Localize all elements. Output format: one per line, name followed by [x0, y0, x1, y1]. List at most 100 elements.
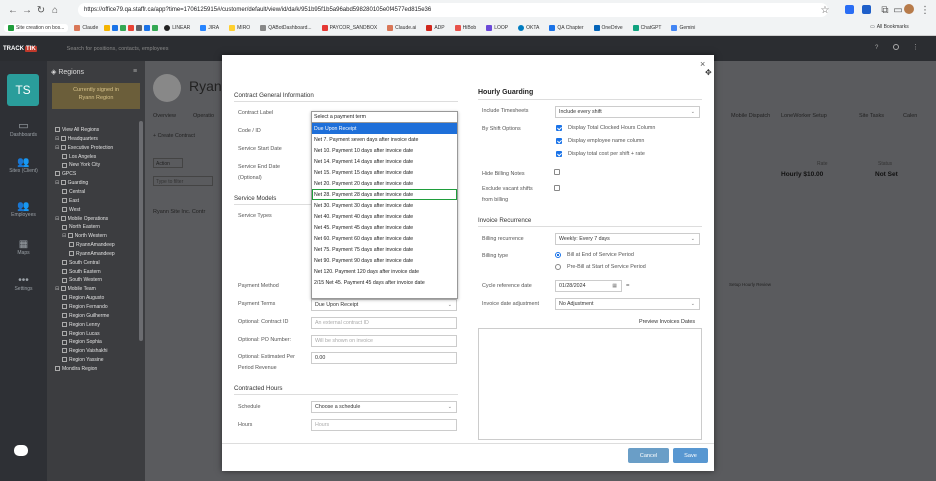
- forward-icon[interactable]: →: [20, 3, 34, 17]
- bookmark-qabot[interactable]: QABotDashboard...: [256, 24, 315, 31]
- hours-input[interactable]: Hours: [311, 419, 457, 431]
- checkbox-icon[interactable]: [62, 357, 67, 363]
- checkbox-icon[interactable]: [62, 259, 67, 265]
- region-tree-item[interactable]: ⊟ Mobile Team: [55, 286, 96, 292]
- region-tree-item[interactable]: West: [62, 207, 80, 213]
- opt-total-hours[interactable]: Display Total Clocked Hours Column: [556, 125, 655, 131]
- payment-terms-dropdown[interactable]: Select a payment term Due Upon Receipt Net…: [311, 111, 458, 299]
- region-tree-item[interactable]: Central: [62, 189, 85, 195]
- region-tree-item[interactable]: ⊟ Mobile Operations: [55, 216, 108, 222]
- checkbox-icon[interactable]: [62, 330, 67, 336]
- dropdown-option[interactable]: Net 20. Payment 20 days after invoice da…: [312, 178, 457, 189]
- dropdown-option[interactable]: Net 45. Payment 45 days after invoice da…: [312, 222, 457, 233]
- opt-employee-name[interactable]: Display employee name column: [556, 138, 644, 144]
- chat-icon[interactable]: [14, 445, 28, 456]
- nav-settings[interactable]: ••• Settings: [0, 275, 47, 292]
- region-tree-item[interactable]: South Western: [62, 277, 102, 283]
- global-search[interactable]: Search for positions, contacts, employee…: [67, 46, 169, 52]
- dropdown-option[interactable]: Net 60. Payment 60 days after invoice da…: [312, 233, 457, 244]
- extension-icon-2[interactable]: [862, 5, 871, 14]
- save-button[interactable]: Save: [673, 448, 708, 463]
- checkbox-icon[interactable]: [62, 224, 67, 230]
- star-icon[interactable]: ☆: [818, 3, 832, 17]
- opt-total-cost[interactable]: Display total cost per shift + rate: [556, 151, 645, 157]
- calendar-icon[interactable]: ▦: [612, 283, 617, 289]
- region-tree-item[interactable]: View All Regions: [55, 127, 99, 133]
- invoice-adj-select[interactable]: No Adjustment ⌄: [555, 298, 700, 310]
- dropdown-option[interactable]: Net 10. Payment 10 days after invoice da…: [312, 145, 457, 156]
- bookmark-adp[interactable]: ADP: [422, 24, 448, 31]
- checkbox-icon[interactable]: [62, 295, 67, 301]
- dropdown-option[interactable]: Net 28. Payment 28 days after invoice da…: [312, 189, 457, 200]
- region-tree-item[interactable]: Region Sophia: [62, 339, 102, 345]
- checkbox-icon[interactable]: [69, 251, 74, 257]
- sidepanel-icon[interactable]: ▭: [891, 3, 905, 17]
- include-timesheets-select[interactable]: Include every shift ⌄: [555, 106, 700, 118]
- reload-icon[interactable]: ↻: [34, 3, 48, 17]
- bookmark-claude[interactable]: Claude: [70, 24, 102, 31]
- region-tree-item[interactable]: New York City: [62, 162, 100, 168]
- region-tree-item[interactable]: Region Yassine: [62, 357, 104, 363]
- bookmark-miro[interactable]: MIRO: [225, 24, 254, 31]
- back-icon[interactable]: ←: [6, 3, 20, 17]
- region-tree-item[interactable]: South Eastern: [62, 269, 101, 275]
- region-tree-item[interactable]: RyannAmandeep: [69, 251, 115, 257]
- profile-avatar[interactable]: [904, 4, 914, 14]
- region-tree-item[interactable]: Los Angeles: [62, 154, 96, 160]
- checkbox-icon[interactable]: [62, 268, 67, 274]
- region-tree-item[interactable]: East: [62, 198, 79, 204]
- billing-recurrence-select[interactable]: Weekly: Every 7 days ⌄: [555, 233, 700, 245]
- create-contract-button[interactable]: + Create Contract: [153, 133, 195, 139]
- tab-site-tasks[interactable]: Site Tasks: [859, 113, 884, 119]
- menu-icon[interactable]: ⋮: [912, 43, 919, 51]
- extensions-icon[interactable]: ⧉: [878, 3, 892, 17]
- dropdown-option[interactable]: Net 7. Payment seven days after invoice …: [312, 134, 457, 145]
- region-tree-item[interactable]: ⊟ Executive Protection: [55, 145, 113, 151]
- region-tree-item[interactable]: North Eastern: [62, 224, 100, 230]
- bookmark-chatgpt[interactable]: ChatGPT: [629, 24, 666, 31]
- dropdown-option[interactable]: Net 120. Payment 120 days after invoice …: [312, 266, 457, 277]
- checkbox-icon[interactable]: [69, 242, 74, 248]
- checkbox-icon[interactable]: [62, 348, 67, 354]
- contract-id-input[interactable]: An external contract ID: [311, 317, 457, 329]
- payment-terms-select[interactable]: Due Upon Receipt ⌄: [311, 299, 457, 311]
- action-button[interactable]: Action: [153, 158, 183, 168]
- dropdown-option[interactable]: Net 40. Payment 40 days after invoice da…: [312, 211, 457, 222]
- estimated-revenue-input[interactable]: 0.00: [311, 352, 457, 364]
- schedule-select[interactable]: Choose a schedule ⌄: [311, 401, 457, 413]
- tab-calendar[interactable]: Calen: [903, 113, 917, 119]
- checkbox-icon[interactable]: [62, 153, 67, 159]
- bookmark-paycor[interactable]: PAYCOR_SANDBOX: [318, 24, 382, 31]
- nav-dashboards[interactable]: ▭ Dashboards: [0, 119, 47, 138]
- checkbox-icon[interactable]: [62, 313, 67, 319]
- bookmark-onedrive[interactable]: OneDrive: [590, 24, 627, 31]
- cycle-ref-input[interactable]: 01/28/2024 ▦: [555, 280, 622, 292]
- bookmark-icon[interactable]: [144, 24, 151, 31]
- tab-overview[interactable]: Overview: [153, 113, 176, 119]
- dropdown-option[interactable]: Due Upon Receipt: [312, 123, 457, 134]
- dropdown-option[interactable]: Net 14. Payment 14 days after invoice da…: [312, 156, 457, 167]
- region-tree-item[interactable]: Region Guilherme: [62, 313, 109, 319]
- radio-selected-icon[interactable]: [555, 252, 561, 258]
- region-tree-item[interactable]: South Central: [62, 260, 100, 266]
- bookmark-icon[interactable]: [136, 24, 143, 31]
- radio-icon[interactable]: [555, 264, 561, 270]
- checkbox-checked-icon[interactable]: [556, 138, 562, 144]
- region-tree-item[interactable]: ⊟ Headquarters: [55, 136, 98, 142]
- preview-invoices-link[interactable]: Preview Invoices Dates: [639, 319, 695, 325]
- region-tree-item[interactable]: Region Vaishakhi: [62, 348, 108, 354]
- nav-sites[interactable]: 👥 Sites (Client): [0, 157, 47, 174]
- checkbox-icon[interactable]: [62, 304, 67, 310]
- region-tree-item[interactable]: Region Augusto: [62, 295, 104, 301]
- bookmark-icon[interactable]: [128, 24, 135, 31]
- checkbox-checked-icon[interactable]: [556, 151, 562, 157]
- tab-active[interactable]: Site creation on bos...: [4, 23, 69, 32]
- checkbox-icon[interactable]: [55, 171, 60, 177]
- checkbox-icon[interactable]: [60, 144, 66, 150]
- checkbox-icon[interactable]: [62, 321, 67, 327]
- po-number-input[interactable]: Will be shown on invoice: [311, 335, 457, 347]
- bookmark-jira[interactable]: JIRA: [196, 24, 223, 31]
- region-tree-item[interactable]: GPCS: [55, 171, 76, 177]
- filter-input[interactable]: Type to filter: [153, 176, 213, 186]
- dropdown-option[interactable]: Net 30. Payment 30 days after invoice da…: [312, 200, 457, 211]
